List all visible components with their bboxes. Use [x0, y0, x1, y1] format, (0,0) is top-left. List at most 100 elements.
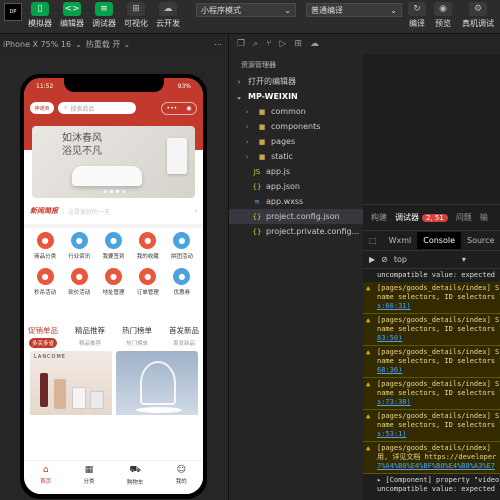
- devtools-tabs: ⬚ Wxml Console Source: [363, 231, 500, 251]
- search-icon[interactable]: ⌕: [253, 39, 258, 49]
- compile-select[interactable]: 普通编译 ⌄: [306, 3, 402, 17]
- visualize-button[interactable]: ⊞ 可视化: [124, 2, 148, 29]
- product-card-lancome[interactable]: LANCOME: [30, 351, 112, 435]
- project-section[interactable]: ⌄ MP-WEIXIN: [229, 89, 363, 104]
- file-item[interactable]: › ■ components: [229, 119, 363, 134]
- cloud-icon[interactable]: ☁: [310, 39, 319, 49]
- grid-icon: ●: [36, 232, 54, 249]
- files-icon[interactable]: ❐: [237, 39, 245, 49]
- tabbar-item[interactable]: ⛟ 购物车: [127, 465, 144, 494]
- tabbar-label: 我的: [175, 479, 187, 485]
- source-link[interactable]: s:53:1): [377, 430, 500, 439]
- section-tab[interactable]: 促销单品 多买多省: [28, 325, 58, 348]
- block-icon[interactable]: ⊘: [381, 255, 388, 264]
- tabbar-label: 购物车: [126, 480, 144, 486]
- tab-sources[interactable]: Source: [461, 232, 500, 249]
- more-icon[interactable]: •••: [167, 105, 178, 112]
- css-file-icon: ≋: [254, 197, 260, 206]
- file-item[interactable]: ≋ app.wxss: [229, 194, 363, 209]
- source-control-icon[interactable]: ⑂: [266, 39, 271, 49]
- avatar[interactable]: DP: [4, 3, 22, 21]
- file-item[interactable]: › ■ pages: [229, 134, 363, 149]
- source-link[interactable]: 68:36): [377, 366, 500, 375]
- compile-button[interactable]: ↻ 编译: [408, 2, 426, 29]
- chevron-down-icon: ⌄: [236, 92, 242, 101]
- log-line: [pages/goods_details/index] S: [377, 412, 500, 420]
- preview-button[interactable]: ◉ 预览: [434, 2, 452, 29]
- inspect-icon[interactable]: ⬚: [363, 232, 383, 249]
- simulator-button[interactable]: ▯ 模拟器: [28, 2, 52, 29]
- tabbar-item[interactable]: ⌂ 首页: [40, 465, 51, 494]
- tab-debugger[interactable]: 调试器 2, 51: [395, 212, 448, 223]
- real-debug-button[interactable]: ⚙ 真机调试: [462, 2, 494, 29]
- category-icon: ▦: [84, 465, 94, 475]
- file-name: project.config.json: [266, 212, 340, 221]
- play-icon[interactable]: ▶: [369, 255, 375, 264]
- lipstick-image: [40, 373, 48, 407]
- editor-button[interactable]: <> 编辑器: [60, 2, 84, 29]
- file-name: static: [271, 152, 293, 161]
- grid-item[interactable]: ● 优惠券: [165, 268, 199, 296]
- search-input[interactable]: ⌕ 搜索商品: [58, 102, 136, 114]
- grid-item[interactable]: ● 商品分类: [28, 232, 62, 260]
- file-name: pages: [271, 137, 296, 146]
- extensions-icon[interactable]: ⊞: [294, 39, 302, 49]
- open-editors-section[interactable]: › 打开的编辑器: [229, 74, 363, 89]
- banner-line1: 如沐春风: [62, 133, 102, 144]
- news-bar[interactable]: 新闻简报 | 这是美好的一天 ›: [30, 204, 197, 218]
- tab-issues[interactable]: 问题: [456, 212, 472, 223]
- grid-icon: ●: [70, 232, 88, 249]
- grid-item[interactable]: ● 订单管理: [131, 268, 165, 296]
- file-name: project.private.config...: [266, 227, 360, 236]
- file-item[interactable]: JS app.js: [229, 164, 363, 179]
- carousel-dots: [104, 190, 125, 193]
- grid-item-label: 地址管理: [102, 290, 125, 296]
- source-link[interactable]: 7%A4%B0%E4%BF%B0%E4%B8%A3%E7: [377, 462, 500, 471]
- file-item[interactable]: {} project.config.json: [229, 209, 363, 224]
- section-tab[interactable]: 热门榜单 热门榜单: [122, 325, 152, 348]
- close-circle-icon[interactable]: ◉: [186, 105, 191, 112]
- tab-build[interactable]: 构建: [371, 212, 387, 223]
- source-link[interactable]: 83:50): [377, 334, 500, 343]
- debug-icon[interactable]: ▷: [280, 39, 287, 49]
- section-tab[interactable]: 精品推荐 精品推荐: [75, 325, 105, 348]
- console-filter-bar: ▶ ⊘ top ▾: [363, 251, 500, 269]
- log-line: 用, 详见文档 https://developer: [377, 453, 497, 461]
- bug-icon: ≡: [95, 2, 113, 16]
- context-select[interactable]: top ▾: [394, 255, 466, 264]
- mode-select[interactable]: 小程序模式 ⌄: [196, 3, 296, 17]
- grid-item[interactable]: ● 行业资讯: [62, 232, 96, 260]
- grid-item[interactable]: ● 拼团活动: [165, 232, 199, 260]
- device-select[interactable]: iPhone X 75% 16: [3, 40, 71, 49]
- source-link[interactable]: s:73:30): [377, 398, 500, 407]
- chevron-down-icon: ▾: [461, 255, 466, 264]
- cloud-button[interactable]: ☁ 云开发: [156, 2, 180, 29]
- product-card-jewelry[interactable]: [116, 351, 198, 435]
- section-tab[interactable]: 首发新品 首发新品: [169, 325, 199, 348]
- tab-wxml[interactable]: Wxml: [383, 232, 418, 249]
- file-item[interactable]: {} app.json: [229, 179, 363, 194]
- hot-reload-toggle[interactable]: 热重载 开: [86, 39, 121, 50]
- log-line: [pages/goods_details/index] S: [377, 316, 500, 324]
- tabbar-item[interactable]: ☺ 我的: [176, 465, 187, 494]
- console-log: uncompatible value: expected [pages/goods…: [363, 269, 500, 496]
- mini-program-capsule[interactable]: ••• ◉: [161, 101, 197, 115]
- panel-tabs: 构建 调试器 2, 51 问题 输: [363, 205, 500, 231]
- product-box-image: [90, 391, 104, 409]
- debugger-button[interactable]: ≡ 调试器: [92, 2, 116, 29]
- grid-item-label: 拼团活动: [170, 254, 193, 260]
- source-link[interactable]: s:66:31): [377, 302, 500, 311]
- file-item[interactable]: › ■ common: [229, 104, 363, 119]
- file-item[interactable]: › ■ static: [229, 149, 363, 164]
- grid-item[interactable]: ● 我要签到: [96, 232, 130, 260]
- tab-console[interactable]: Console: [417, 232, 461, 249]
- grid-item[interactable]: ● 我的收藏: [131, 232, 165, 260]
- grid-item[interactable]: ● 秒杀活动: [28, 268, 62, 296]
- file-item[interactable]: {} project.private.config...: [229, 224, 363, 239]
- banner-carousel[interactable]: 如沐春风 浴见不凡: [32, 126, 195, 198]
- grid-item[interactable]: ● 地址管理: [96, 268, 130, 296]
- tab-output[interactable]: 输: [480, 212, 488, 223]
- more-icon[interactable]: ⋯: [214, 40, 222, 49]
- tabbar-item[interactable]: ▦ 分类: [84, 465, 95, 494]
- grid-item[interactable]: ● 砍价活动: [62, 268, 96, 296]
